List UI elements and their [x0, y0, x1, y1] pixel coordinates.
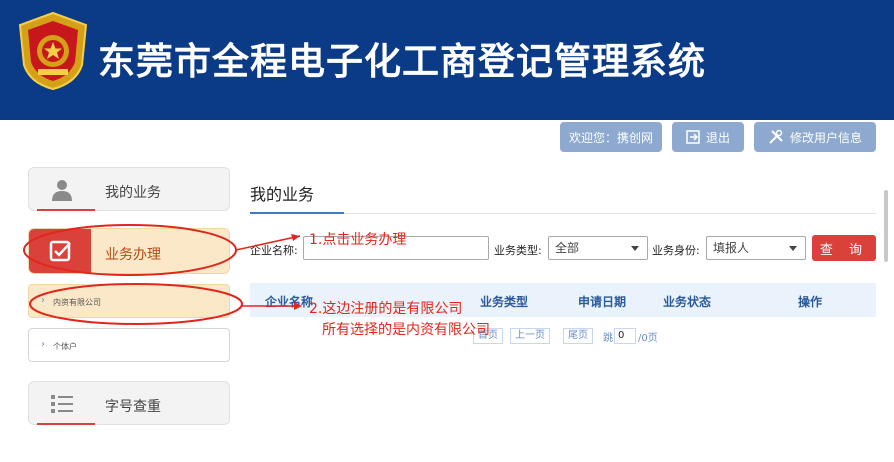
annotation-step2-line2: 所有选择的是内资有限公司 — [322, 322, 490, 338]
arrow-line-step1 — [235, 235, 301, 251]
annotation-overlay — [23, 224, 302, 325]
ellipse-handle-business — [23, 224, 237, 276]
arrowhead-step1 — [291, 234, 300, 241]
annotation-step2-line1: 2.这边注册的是有限公司 — [309, 301, 463, 317]
ellipse-limited-company — [29, 283, 243, 325]
annotation-step1: 1.点击业务办理 — [309, 232, 407, 248]
arrowhead-step2 — [294, 302, 302, 310]
